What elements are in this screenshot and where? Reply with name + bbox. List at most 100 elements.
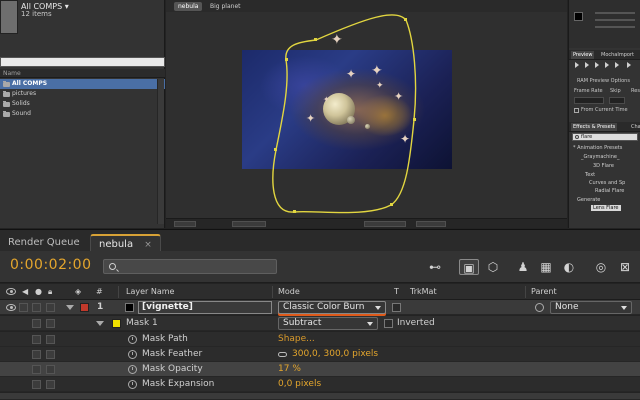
project-item-solids[interactable]: Solids [0, 99, 165, 109]
fx-tree-item-lens-flare[interactable]: Lens Flare [591, 205, 621, 211]
mask-feather-value[interactable]: 300,0, 300,0 pixels [292, 347, 378, 362]
mask-vertex[interactable] [314, 38, 317, 41]
last-frame-icon[interactable] [615, 62, 619, 68]
mask-vertex-group[interactable] [274, 18, 416, 213]
pickwhip-icon[interactable] [535, 303, 544, 312]
close-icon[interactable]: × [144, 240, 152, 250]
project-item-label: Solids [12, 100, 30, 107]
stopwatch-icon[interactable] [128, 350, 137, 359]
fx-tree-item[interactable]: Text [585, 172, 595, 178]
project-thumbnail [0, 0, 18, 34]
layer-mode-select[interactable]: Classic Color Burn [278, 301, 386, 314]
tab-render-queue[interactable]: Render Queue [0, 234, 88, 252]
skip-field[interactable] [609, 97, 625, 104]
fx-tree-item[interactable]: Generate [577, 197, 600, 203]
brainstorm-icon[interactable]: ⊠ [615, 259, 635, 275]
mask-opacity-value[interactable]: 17 % [278, 362, 301, 377]
preserve-transparency-checkbox[interactable] [392, 303, 401, 312]
mask-feather-row[interactable]: Mask Feather 300,0, 300,0 pixels [0, 347, 640, 362]
layer-name[interactable]: [vignette] [138, 301, 272, 314]
column-trkmat[interactable]: TrkMat [410, 284, 437, 300]
constrain-proportions-icon[interactable] [278, 352, 287, 357]
ram-preview-options-label[interactable]: RAM Preview Options [577, 78, 630, 84]
from-current-time-checkbox[interactable] [574, 108, 579, 113]
fx-tree-item[interactable]: Curves and Sp [589, 180, 625, 186]
fx-tree-item[interactable]: 3D Flare [593, 163, 614, 169]
mask-path-outline[interactable] [272, 14, 417, 214]
draft-3d-icon[interactable]: ⬡ [484, 259, 502, 275]
tab-preview[interactable]: Preview [571, 51, 595, 59]
shy-layers-icon[interactable]: ♟ [514, 259, 532, 275]
mask-expansion-value[interactable]: 0,0 pixels [278, 377, 321, 392]
eye-icon[interactable] [6, 304, 16, 311]
play-icon[interactable] [595, 62, 599, 68]
mask-opacity-row[interactable]: Mask Opacity 17 % [0, 362, 640, 377]
layer-label-swatch[interactable] [80, 303, 89, 312]
project-item-all-comps[interactable]: All COMPS [0, 79, 165, 89]
audio-switch[interactable] [19, 303, 28, 312]
mask-mode-select[interactable]: Subtract [278, 317, 378, 330]
fx-tree-item[interactable]: _Graymachine_ [581, 154, 619, 160]
mask-path-row[interactable]: Mask Path Shape... [0, 332, 640, 347]
fx-tree-item[interactable]: Radial Flare [595, 188, 624, 194]
project-item-pictures[interactable]: pictures [0, 89, 165, 99]
layer-row-2-partial[interactable] [0, 393, 640, 400]
motion-blur-icon[interactable]: ◐ [560, 259, 578, 275]
graph-editor-icon[interactable]: ◎ [592, 259, 610, 275]
project-search-input[interactable] [0, 57, 165, 67]
solo-switch[interactable] [32, 303, 41, 312]
frame-blending-icon[interactable]: ▦ [537, 259, 555, 275]
comp-mini-flowchart-icon[interactable]: ⊷ [425, 259, 445, 275]
tab-effects-presets[interactable]: Effects & Presets [571, 123, 618, 131]
mask-name[interactable]: Mask 1 [126, 316, 158, 331]
stopwatch-icon[interactable] [128, 380, 137, 389]
mask-color-swatch[interactable] [112, 319, 121, 328]
zoom-select[interactable] [174, 221, 196, 227]
project-column-name[interactable]: Name [0, 69, 165, 78]
mask-vertex[interactable] [413, 118, 416, 121]
mask-expansion-row[interactable]: Mask Expansion 0,0 pixels [0, 377, 640, 392]
fx-tree-item[interactable]: * Animation Presets [573, 145, 622, 151]
mask-path-overlay[interactable]: ✦ ✦ ✦ ✦ ✦ ✦ ✦ ✦ [166, 0, 567, 228]
mask-row[interactable]: Mask 1 Subtract Inverted [0, 316, 640, 331]
mask-vertex[interactable] [293, 210, 296, 213]
prev-frame-icon[interactable] [585, 62, 589, 68]
column-layer-name[interactable]: Layer Name [126, 284, 174, 300]
frame-rate-field[interactable] [574, 97, 604, 104]
column-parent[interactable]: Parent [531, 284, 557, 300]
mask-vertex[interactable] [274, 148, 277, 151]
project-item-sound[interactable]: Sound [0, 109, 165, 119]
column-mode[interactable]: Mode [278, 284, 300, 300]
tab-character[interactable]: Cha [629, 123, 640, 131]
project-scrollbar[interactable] [157, 79, 164, 224]
mask-path-value[interactable]: Shape... [278, 332, 315, 347]
stopwatch-icon[interactable] [128, 365, 137, 374]
mask-mode-value: Subtract [283, 318, 322, 328]
tab-mochaimport[interactable]: MochaImport [599, 51, 636, 59]
expand-mask-icon[interactable] [96, 321, 104, 326]
first-frame-icon[interactable] [575, 62, 579, 68]
parent-select[interactable]: None [550, 301, 632, 314]
timecode-field[interactable] [232, 221, 266, 227]
effects-search-input[interactable]: flare [572, 133, 638, 141]
next-frame-icon[interactable] [605, 62, 609, 68]
mask-switch[interactable] [46, 319, 55, 328]
layer-row-1[interactable]: 1 [vignette] Classic Color Burn None [0, 300, 640, 315]
mask-switch[interactable] [32, 319, 41, 328]
ram-preview-icon[interactable] [627, 62, 631, 68]
mask-vertex[interactable] [404, 18, 407, 21]
current-time-display[interactable]: 0:00:02:00 [10, 257, 92, 273]
property-switch [32, 380, 41, 389]
view-layout-select[interactable] [416, 221, 446, 227]
lock-switch[interactable] [46, 303, 55, 312]
tab-render-queue-label: Render Queue [8, 237, 80, 248]
layer-search-input[interactable] [103, 259, 277, 274]
mask-inverted-checkbox[interactable] [384, 319, 393, 328]
expand-layer-icon[interactable] [66, 305, 74, 310]
live-update-icon[interactable]: ▣ [459, 259, 479, 275]
mask-vertex[interactable] [285, 58, 288, 61]
tab-nebula[interactable]: nebula × [90, 234, 161, 252]
mask-vertex[interactable] [390, 203, 393, 206]
stopwatch-icon[interactable] [128, 335, 137, 344]
camera-select[interactable] [364, 221, 406, 227]
